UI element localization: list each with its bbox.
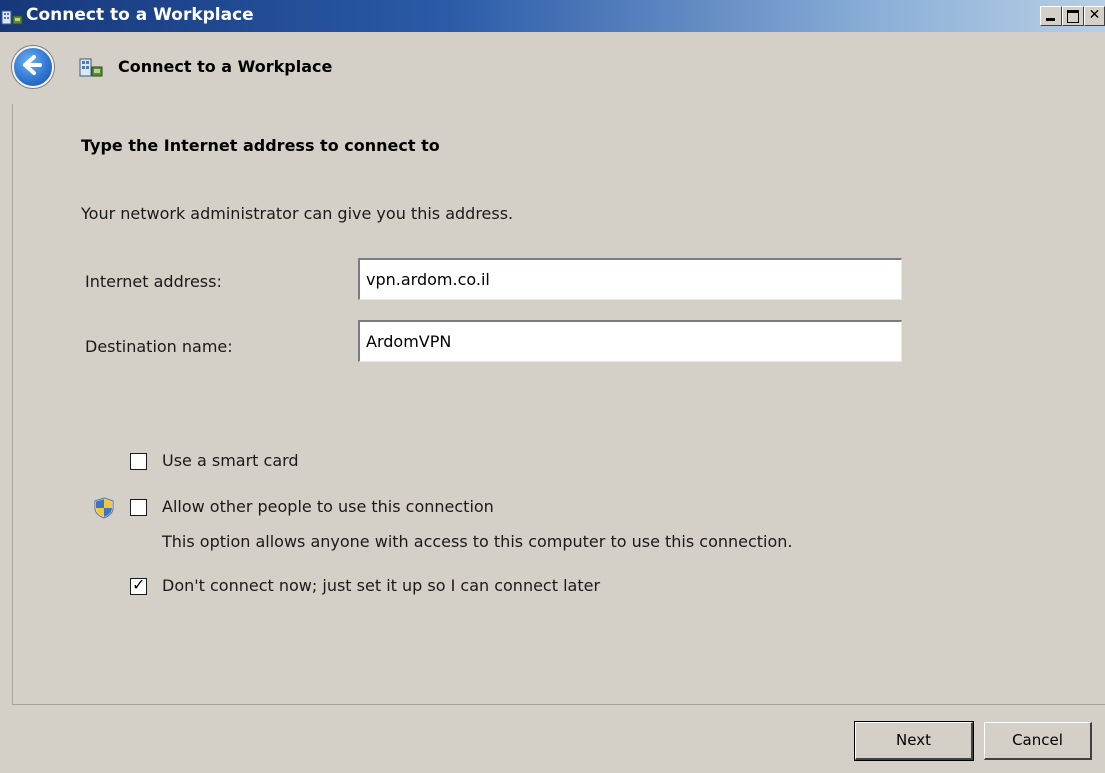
- cancel-button[interactable]: Cancel: [984, 722, 1092, 760]
- smart-card-checkbox[interactable]: [130, 453, 147, 470]
- allow-others-checkbox[interactable]: [130, 499, 147, 516]
- connect-later-label[interactable]: Don't connect now; just set it up so I c…: [162, 576, 600, 595]
- page-instruction: Type the Internet address to connect to: [81, 136, 440, 155]
- minimize-icon: [1046, 18, 1055, 21]
- back-arrow-icon: [23, 55, 42, 75]
- network-icon: [1, 10, 23, 25]
- back-button[interactable]: [12, 46, 54, 88]
- maximize-button[interactable]: [1062, 6, 1084, 26]
- connect-workplace-window: Connect to a Workplace ✕ Connect to a Wo…: [0, 0, 1105, 773]
- wizard-content: Type the Internet address to connect to …: [12, 104, 1105, 704]
- connect-later-checkbox[interactable]: ✓: [130, 575, 147, 595]
- checkmark-icon: ✓: [132, 575, 146, 594]
- network-connection-icon: [79, 58, 103, 77]
- wizard-header: Connect to a Workplace: [0, 32, 1105, 104]
- smart-card-label[interactable]: Use a smart card: [162, 451, 299, 470]
- next-button[interactable]: Next: [854, 721, 974, 761]
- destination-name-label: Destination name:: [85, 337, 233, 356]
- window-title: Connect to a Workplace: [26, 5, 254, 25]
- maximize-icon: [1067, 10, 1079, 23]
- help-text: Your network administrator can give you …: [81, 204, 514, 223]
- wizard-footer: Next Cancel: [0, 705, 1105, 773]
- allow-others-label[interactable]: Allow other people to use this connectio…: [162, 497, 494, 516]
- destination-name-input[interactable]: [358, 320, 902, 362]
- title-bar[interactable]: Connect to a Workplace ✕: [0, 0, 1105, 32]
- minimize-button[interactable]: [1040, 6, 1062, 26]
- uac-shield-icon: [94, 497, 114, 519]
- close-icon: ✕: [1088, 7, 1101, 23]
- wizard-title: Connect to a Workplace: [118, 57, 333, 76]
- internet-address-input[interactable]: [358, 258, 902, 300]
- allow-others-note: This option allows anyone with access to…: [162, 532, 793, 551]
- internet-address-label: Internet address:: [85, 272, 222, 291]
- close-button[interactable]: ✕: [1084, 6, 1105, 26]
